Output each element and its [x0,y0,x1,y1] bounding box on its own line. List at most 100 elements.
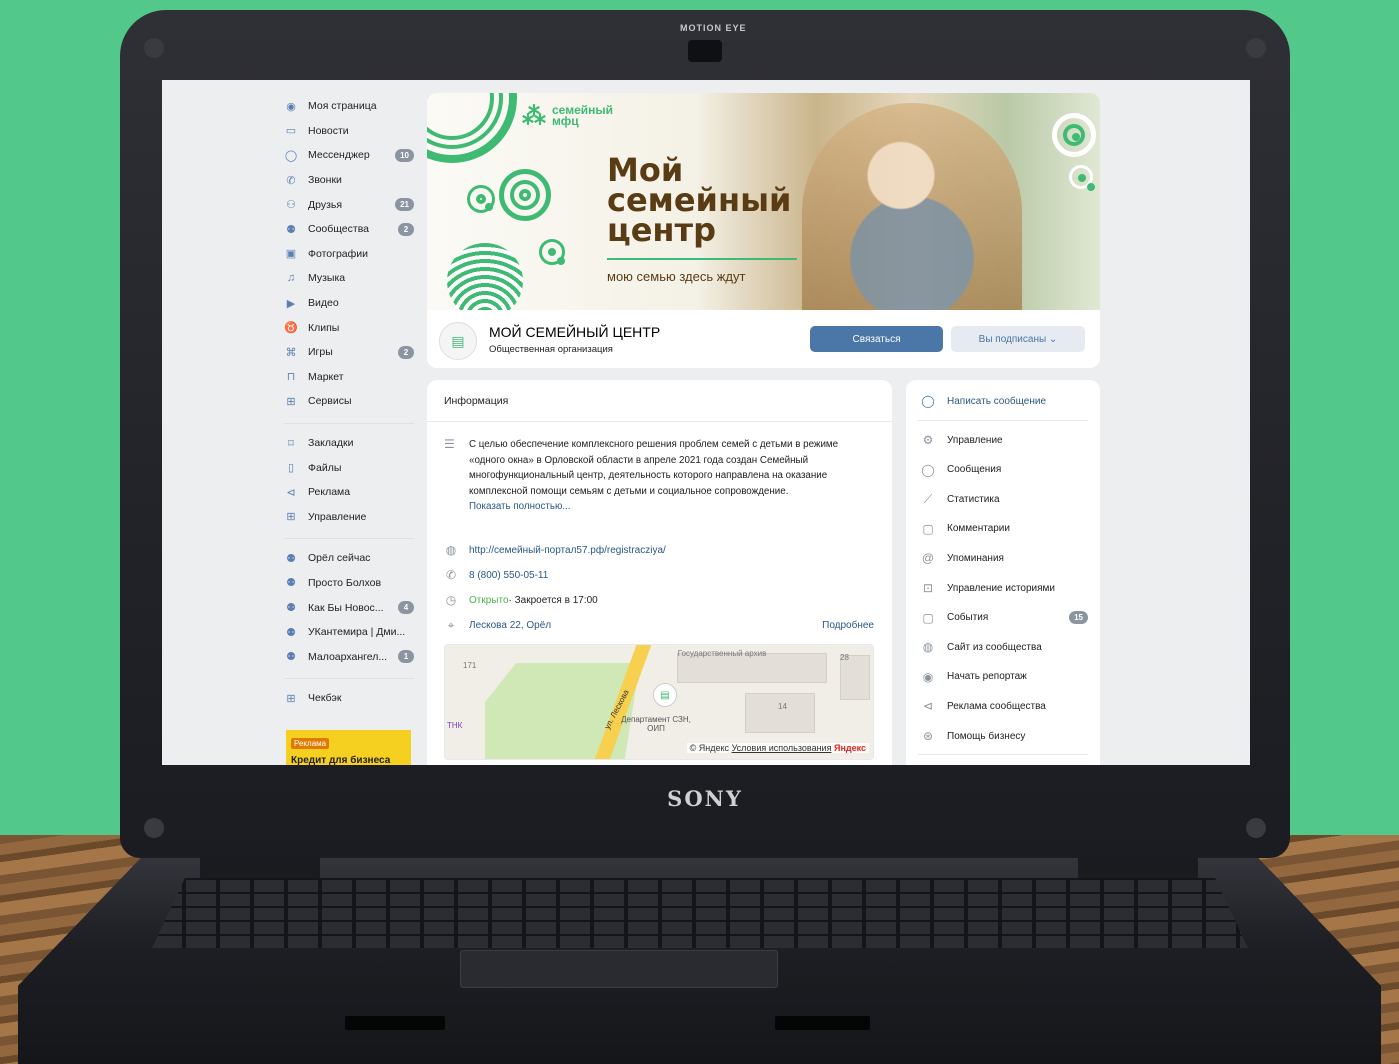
sidebar-item[interactable]: ⚉ Сообщества 2 [284,217,414,242]
grid-icon: ⊞ [286,692,296,705]
decor-ring-icon [1052,113,1096,157]
menu-item-label: Сообщения [947,464,1002,476]
menu-item[interactable]: ▢ Комментарии [920,522,1088,536]
sidebar-item[interactable]: ⌘ Игры 2 [284,340,414,365]
sidebar-item[interactable]: ◉ Моя страница [284,94,414,119]
cover-divider [607,258,797,260]
ad-title: Кредит для бизнеса [291,755,391,765]
count-badge: 2 [398,222,414,236]
grid-icon: ⊞ [286,511,296,524]
globe-icon: ◍ [445,543,457,557]
family-logo-icon: ⁂ [522,102,546,130]
menu-item[interactable]: ⟋ Статистика [920,492,1088,507]
sidebar-item[interactable]: ⚉ Просто Болхов [284,571,414,596]
sidebar-item[interactable]: ♉ Клипы [284,315,414,340]
sidebar-item-label: Чекбэк [308,692,342,705]
grid-icon: ⊞ [286,395,296,408]
sidebar-item[interactable]: ⊞ Сервисы [284,389,414,414]
description-text: С целью обеспечение комплексного решения… [469,439,839,497]
menu-item-label: Управление историями [947,582,1056,594]
broadcast-icon: ◉ [922,669,934,684]
sidebar-item-label: Мессенджер [308,149,370,162]
phone-link[interactable]: 8 (800) 550-05-11 [469,570,548,581]
info-heading: Информация [427,380,892,422]
sidebar-item[interactable]: ⊞ Управление [284,505,414,530]
sidebar-item[interactable]: ⚉ Как Бы Новос... 4 [284,595,414,620]
website-row: ◍ http://семейный-портал57.рф/registracz… [444,543,874,557]
communities-icon: ⚉ [286,626,296,639]
touchpad [460,950,778,988]
open-status: Открыто [469,594,509,606]
menu-item[interactable]: ◯ Сообщения [920,463,1088,477]
details-link[interactable]: Подробнее [822,620,874,631]
menu-item-label: Начать репортаж [947,671,1027,683]
sidebar-item[interactable]: ⊓ Маркет [284,365,414,390]
sidebar-item[interactable]: ⊲ Реклама [284,480,414,505]
file-icon: ▯ [287,462,295,475]
menu-item[interactable]: ⊲ Реклама сообщества [920,699,1088,713]
subscribed-button[interactable]: Вы подписаны ⌄ [951,326,1085,352]
sidebar-item-label: Клипы [308,321,340,334]
map-house-number: 14 [778,702,787,711]
menu-item[interactable]: ▢ События 15 [920,611,1088,625]
menu-item[interactable]: ◍ Сайт из сообщества [920,640,1088,654]
webcam [688,40,722,62]
music-icon: ♫ [286,272,296,285]
sidebar-item[interactable]: ▭ Новости [284,119,414,144]
sidebar-item[interactable]: ⌑ Закладки [284,431,414,456]
count-badge: 1 [398,650,414,664]
family-photo [802,103,1022,310]
menu-item[interactable]: ◉ Начать репортаж [920,670,1088,684]
map-terms-link[interactable]: Условия использования [732,743,832,753]
camera-label: MOTION EYE [680,23,747,33]
sidebar-item[interactable]: ⚇ Друзья 21 [284,192,414,217]
decor-ring-icon [539,239,565,265]
location-pin-icon: ⌖ [447,618,455,632]
menu-item[interactable]: ⚙ Управление [920,433,1088,447]
count-badge: 2 [398,345,414,359]
sidebar-item[interactable]: ▶ Видео [284,291,414,316]
menu-item-label: Статистика [947,494,1000,506]
map[interactable]: ул. Лескова Государственный архив Департ… [444,644,874,760]
sidebar-item-label: Сообщества [308,223,369,236]
sidebar-item[interactable]: ⚉ Малоархангел... 1 [284,644,414,669]
sidebar-item[interactable]: ♫ Музыка [284,266,414,291]
sidebar-item[interactable]: ⚉ Орёл сейчас [284,546,414,571]
map-pin-icon[interactable]: ▤ [653,683,677,707]
sidebar-item[interactable]: ✆ Звонки [284,168,414,193]
communities-icon: ⚉ [286,223,296,236]
cover-title-line: центр [607,211,716,249]
menu-item[interactable]: ⊡ Управление историями [920,581,1088,595]
menu-item[interactable]: ⊛ Помощь бизнесу [920,729,1088,743]
address-link[interactable]: Лескова 22, Орёл [469,620,551,631]
menu-item-label: Сайт из сообщества [947,641,1042,653]
cover-title: Мой семейный центр [607,154,791,249]
menu-item[interactable]: @ Упоминания [920,551,1088,565]
sidebar-item-label: Моя страница [308,100,377,113]
chat-bubble-icon: ◯ [921,462,935,477]
sidebar-item[interactable]: ◯ Мессенджер 10 [284,143,414,168]
sidebar-item-label: Друзья [308,198,343,211]
show-more-link[interactable]: Показать полностью... [469,501,571,512]
write-message-button[interactable]: ◯ Написать сообщение [920,394,1088,408]
sidebar-item-label: Маркет [308,370,344,383]
map-copyright-text: © Яндекс [689,743,730,753]
sidebar-item[interactable]: ▯ Файлы [284,455,414,480]
sidebar-item[interactable]: ▣ Фотографии [284,242,414,267]
sidebar-item-label: Орёл сейчас [308,552,371,565]
map-department-label: Департамент СЗН, ОИП [621,715,691,733]
communities-icon: ⚉ [286,552,296,565]
website-link[interactable]: http://семейный-портал57.рф/registracziy… [469,545,666,556]
group-avatar[interactable]: ▤ [439,322,477,360]
menu-item-label: Помощь бизнесу [947,730,1026,742]
sidebar-item-label: Файлы [308,461,342,474]
mfc-brand: ⁂ семейный мфц [522,102,613,130]
sidebar-ad[interactable]: Реклама Кредит для бизнеса [286,730,411,765]
menu-item-label: Упоминания [947,552,1004,564]
sidebar-item[interactable]: ⊞ Чекбэк [284,686,414,711]
gear-icon: ⚙ [922,433,934,447]
sidebar-item[interactable]: ⚉ УКантемира | Дми... [284,620,414,645]
menu-item-label: Комментарии [947,523,1010,535]
contact-button[interactable]: Связаться [810,326,943,352]
megaphone-icon: ⊲ [922,699,934,714]
